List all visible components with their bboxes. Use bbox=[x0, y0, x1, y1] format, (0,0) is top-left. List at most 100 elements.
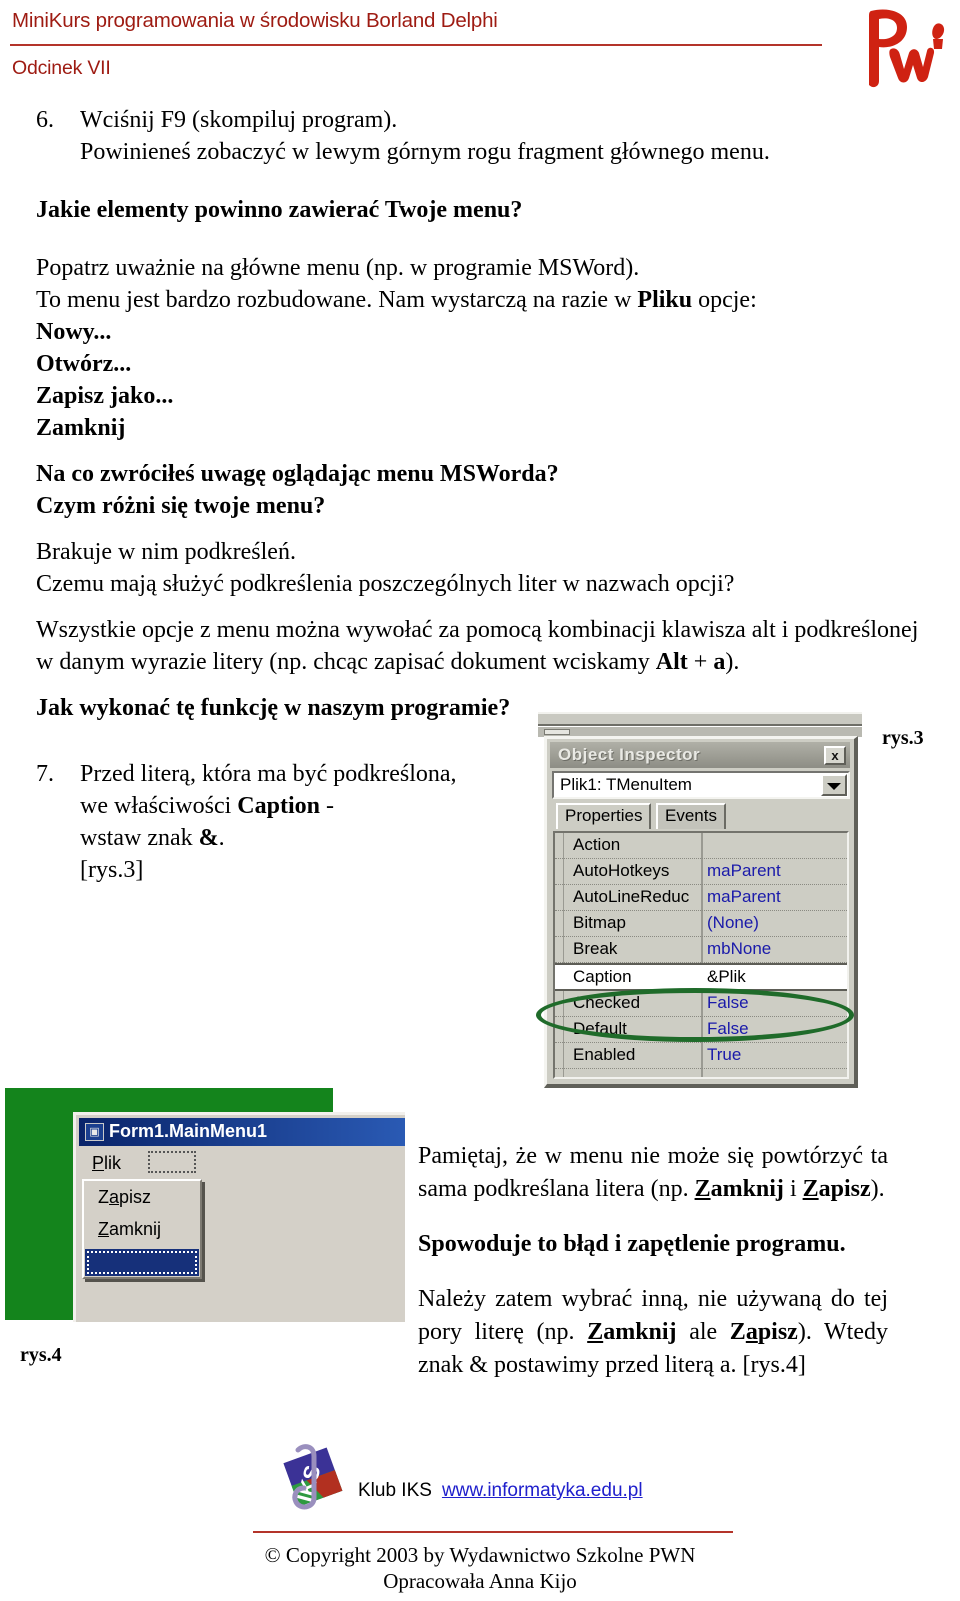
note1-mid: i bbox=[783, 1176, 803, 1202]
table-row[interactable]: Action bbox=[555, 833, 847, 859]
menubar-item-plik[interactable]: Plik bbox=[92, 1153, 121, 1174]
note3-zamknij-rest: amknij bbox=[603, 1319, 677, 1345]
property-value[interactable]: maParent bbox=[707, 861, 781, 881]
question-1: Jakie elementy powinno zawierać Twoje me… bbox=[36, 197, 523, 223]
object-inspector-titlebar[interactable]: Object Inspector x bbox=[550, 742, 850, 768]
menu-designer-titlebar[interactable]: ▣ Form1.MainMenu1 bbox=[79, 1118, 405, 1146]
object-inspector-panel: Object Inspector x Plik1: TMenuItem Prop… bbox=[544, 736, 858, 1088]
property-value[interactable]: False bbox=[707, 1019, 749, 1039]
step-number: 6. bbox=[36, 107, 54, 133]
figure-label-rys3: rys.3 bbox=[882, 727, 924, 749]
table-row-caption-selected[interactable]: Caption &Plik bbox=[555, 963, 847, 991]
menu-designer-window: ▣ Form1.MainMenu1 Plik Zapisz Zamknij bbox=[73, 1112, 405, 1322]
menu-designer-title: Form1.MainMenu1 bbox=[109, 1121, 268, 1141]
property-name: AutoLineReduc bbox=[573, 887, 690, 906]
property-value[interactable]: &Plik bbox=[707, 967, 746, 987]
p3l2-end: ). bbox=[725, 649, 740, 675]
note-paragraph-3: Należy zatem wybrać inną, nie używaną do… bbox=[418, 1283, 888, 1382]
object-selector-combobox[interactable]: Plik1: TMenuItem bbox=[552, 771, 850, 799]
note3-bold-zapisz: Zapisz bbox=[730, 1319, 798, 1345]
menu-item-zapisz-pre: Z bbox=[98, 1187, 109, 1207]
property-name: Bitmap bbox=[573, 913, 626, 932]
menubar-empty-slot[interactable] bbox=[148, 1151, 196, 1173]
menu-option-nowy: Nowy... bbox=[36, 319, 112, 345]
background-window-edge bbox=[538, 712, 862, 726]
page-title: MiniKurs programowania w środowisku Borl… bbox=[12, 9, 498, 32]
menu-item-zamknij-hotkey: Z bbox=[98, 1219, 109, 1239]
table-row[interactable]: Default False bbox=[555, 1017, 847, 1043]
note1-bold-zapisz: Zapisz bbox=[803, 1176, 871, 1202]
note3-zamknij-hotkey: Z bbox=[587, 1319, 604, 1345]
episode-label: Odcinek VII bbox=[12, 57, 111, 79]
note3-mid: ale bbox=[676, 1319, 730, 1345]
step7-line3-c: . bbox=[218, 825, 225, 851]
tab-properties[interactable]: Properties bbox=[556, 803, 652, 829]
table-row[interactable]: AutoHotkeys maParent bbox=[555, 859, 847, 885]
footer-club-line: Klub IKS www.informatyka.edu.pl bbox=[358, 1480, 643, 1502]
note1-zamknij-rest: amknij bbox=[710, 1176, 784, 1202]
header-divider bbox=[10, 44, 822, 46]
menu-dropdown: Zapisz Zamknij bbox=[82, 1179, 202, 1279]
table-row[interactable]: AutoLineReduc maParent bbox=[555, 885, 847, 911]
tab-events[interactable]: Events bbox=[656, 803, 726, 829]
note1-zamknij-hotkey: Z bbox=[694, 1176, 711, 1202]
pwn-logo-icon bbox=[835, 5, 950, 93]
property-name: Break bbox=[573, 939, 618, 958]
menu-item-zapisz-hotkey: a bbox=[109, 1187, 120, 1207]
paragraph-1-line-1: Popatrz uważnie na główne menu (np. w pr… bbox=[36, 255, 640, 281]
menu-option-zapisz-jako: Zapisz jako... bbox=[36, 383, 174, 409]
copyright-line: © Copyright 2003 by Wydawnictwo Szkolne … bbox=[264, 1543, 696, 1567]
property-name: Enabled bbox=[573, 1045, 636, 1064]
step7-number: 7. bbox=[36, 761, 54, 787]
property-name: Action bbox=[573, 835, 621, 854]
property-value[interactable]: maParent bbox=[707, 887, 781, 907]
form-background-left bbox=[5, 1088, 73, 1320]
table-row[interactable]: Enabled True bbox=[555, 1043, 847, 1069]
property-value[interactable]: mbNone bbox=[707, 939, 771, 959]
property-grid[interactable]: Action AutoHotkeys maParent AutoLineRedu… bbox=[553, 831, 849, 1079]
p3l2-key-alt: Alt bbox=[655, 649, 688, 675]
menu-option-zamknij: Zamknij bbox=[36, 415, 126, 441]
figure-label-rys4: rys.4 bbox=[20, 1344, 62, 1366]
note1-zapisz-rest: apisz bbox=[818, 1176, 871, 1202]
minimize-icon[interactable] bbox=[544, 729, 570, 735]
step7-line2-a: we właściwości bbox=[80, 793, 238, 819]
p3l2-plus: + bbox=[687, 649, 714, 675]
step7-line3-a: wstaw znak bbox=[80, 825, 199, 851]
property-value[interactable]: True bbox=[707, 1045, 741, 1065]
note3-zapisz-rest: pisz bbox=[757, 1319, 798, 1345]
property-value[interactable]: (None) bbox=[707, 913, 759, 933]
step7-ampersand: & bbox=[198, 825, 219, 851]
footer-copyright-block: © Copyright 2003 by Wydawnictwo Szkolne … bbox=[0, 1542, 960, 1594]
note3-bold-zamknij: Zamknij bbox=[587, 1319, 676, 1345]
p3l2-part-a: w danym wyrazie litery (np. chcąc zapisa… bbox=[36, 649, 656, 675]
step7-line2-c: - bbox=[319, 793, 334, 819]
p1l2-part-c: opcje: bbox=[692, 287, 757, 313]
table-row[interactable]: Checked False bbox=[555, 991, 847, 1017]
object-inspector-tabs: Properties Events bbox=[552, 803, 850, 829]
menu-item-empty-selected[interactable] bbox=[85, 1249, 199, 1276]
iks-logo-icon: IKS bbox=[278, 1440, 350, 1526]
object-inspector-title: Object Inspector bbox=[558, 745, 701, 764]
p1l2-part-a: To menu jest bardzo rozbudowane. Nam wys… bbox=[36, 287, 638, 313]
footer-website-link[interactable]: www.informatyka.edu.pl bbox=[442, 1480, 643, 1501]
table-row[interactable]: Bitmap (None) bbox=[555, 911, 847, 937]
question-2-line-2: Czym różni się twoje menu? bbox=[36, 493, 326, 519]
table-row[interactable]: Break mbNone bbox=[555, 937, 847, 963]
menu-item-zamknij-post: amknij bbox=[109, 1219, 162, 1239]
p3l2-key-a: a bbox=[713, 649, 726, 675]
property-value[interactable]: False bbox=[707, 993, 749, 1013]
menu-item-zamknij[interactable]: Zamknij bbox=[98, 1219, 161, 1240]
close-icon[interactable]: x bbox=[824, 746, 846, 765]
paragraph-2-line-2: Czemu mają służyć podkreślenia poszczegó… bbox=[36, 571, 735, 597]
menu-item-zapisz[interactable]: Zapisz bbox=[98, 1187, 151, 1208]
note1-zapisz-hotkey: Z bbox=[802, 1176, 819, 1202]
note-paragraph-1: Pamiętaj, że w menu nie może się powtórz… bbox=[418, 1140, 888, 1206]
chevron-down-icon[interactable] bbox=[821, 774, 847, 796]
page-header: MiniKurs programowania w środowisku Borl… bbox=[0, 0, 960, 100]
note3-zapisz-hotkey: a bbox=[745, 1319, 758, 1345]
lesson-step-6: 6. Wciśnij F9 (skompiluj program). Powin… bbox=[36, 104, 916, 168]
step7-property-caption: Caption bbox=[237, 793, 320, 819]
paragraph-1-line-2: To menu jest bardzo rozbudowane. Nam wys… bbox=[36, 284, 916, 316]
paragraph-3-line-1: Wszystkie opcje z menu można wywołać za … bbox=[36, 617, 919, 643]
